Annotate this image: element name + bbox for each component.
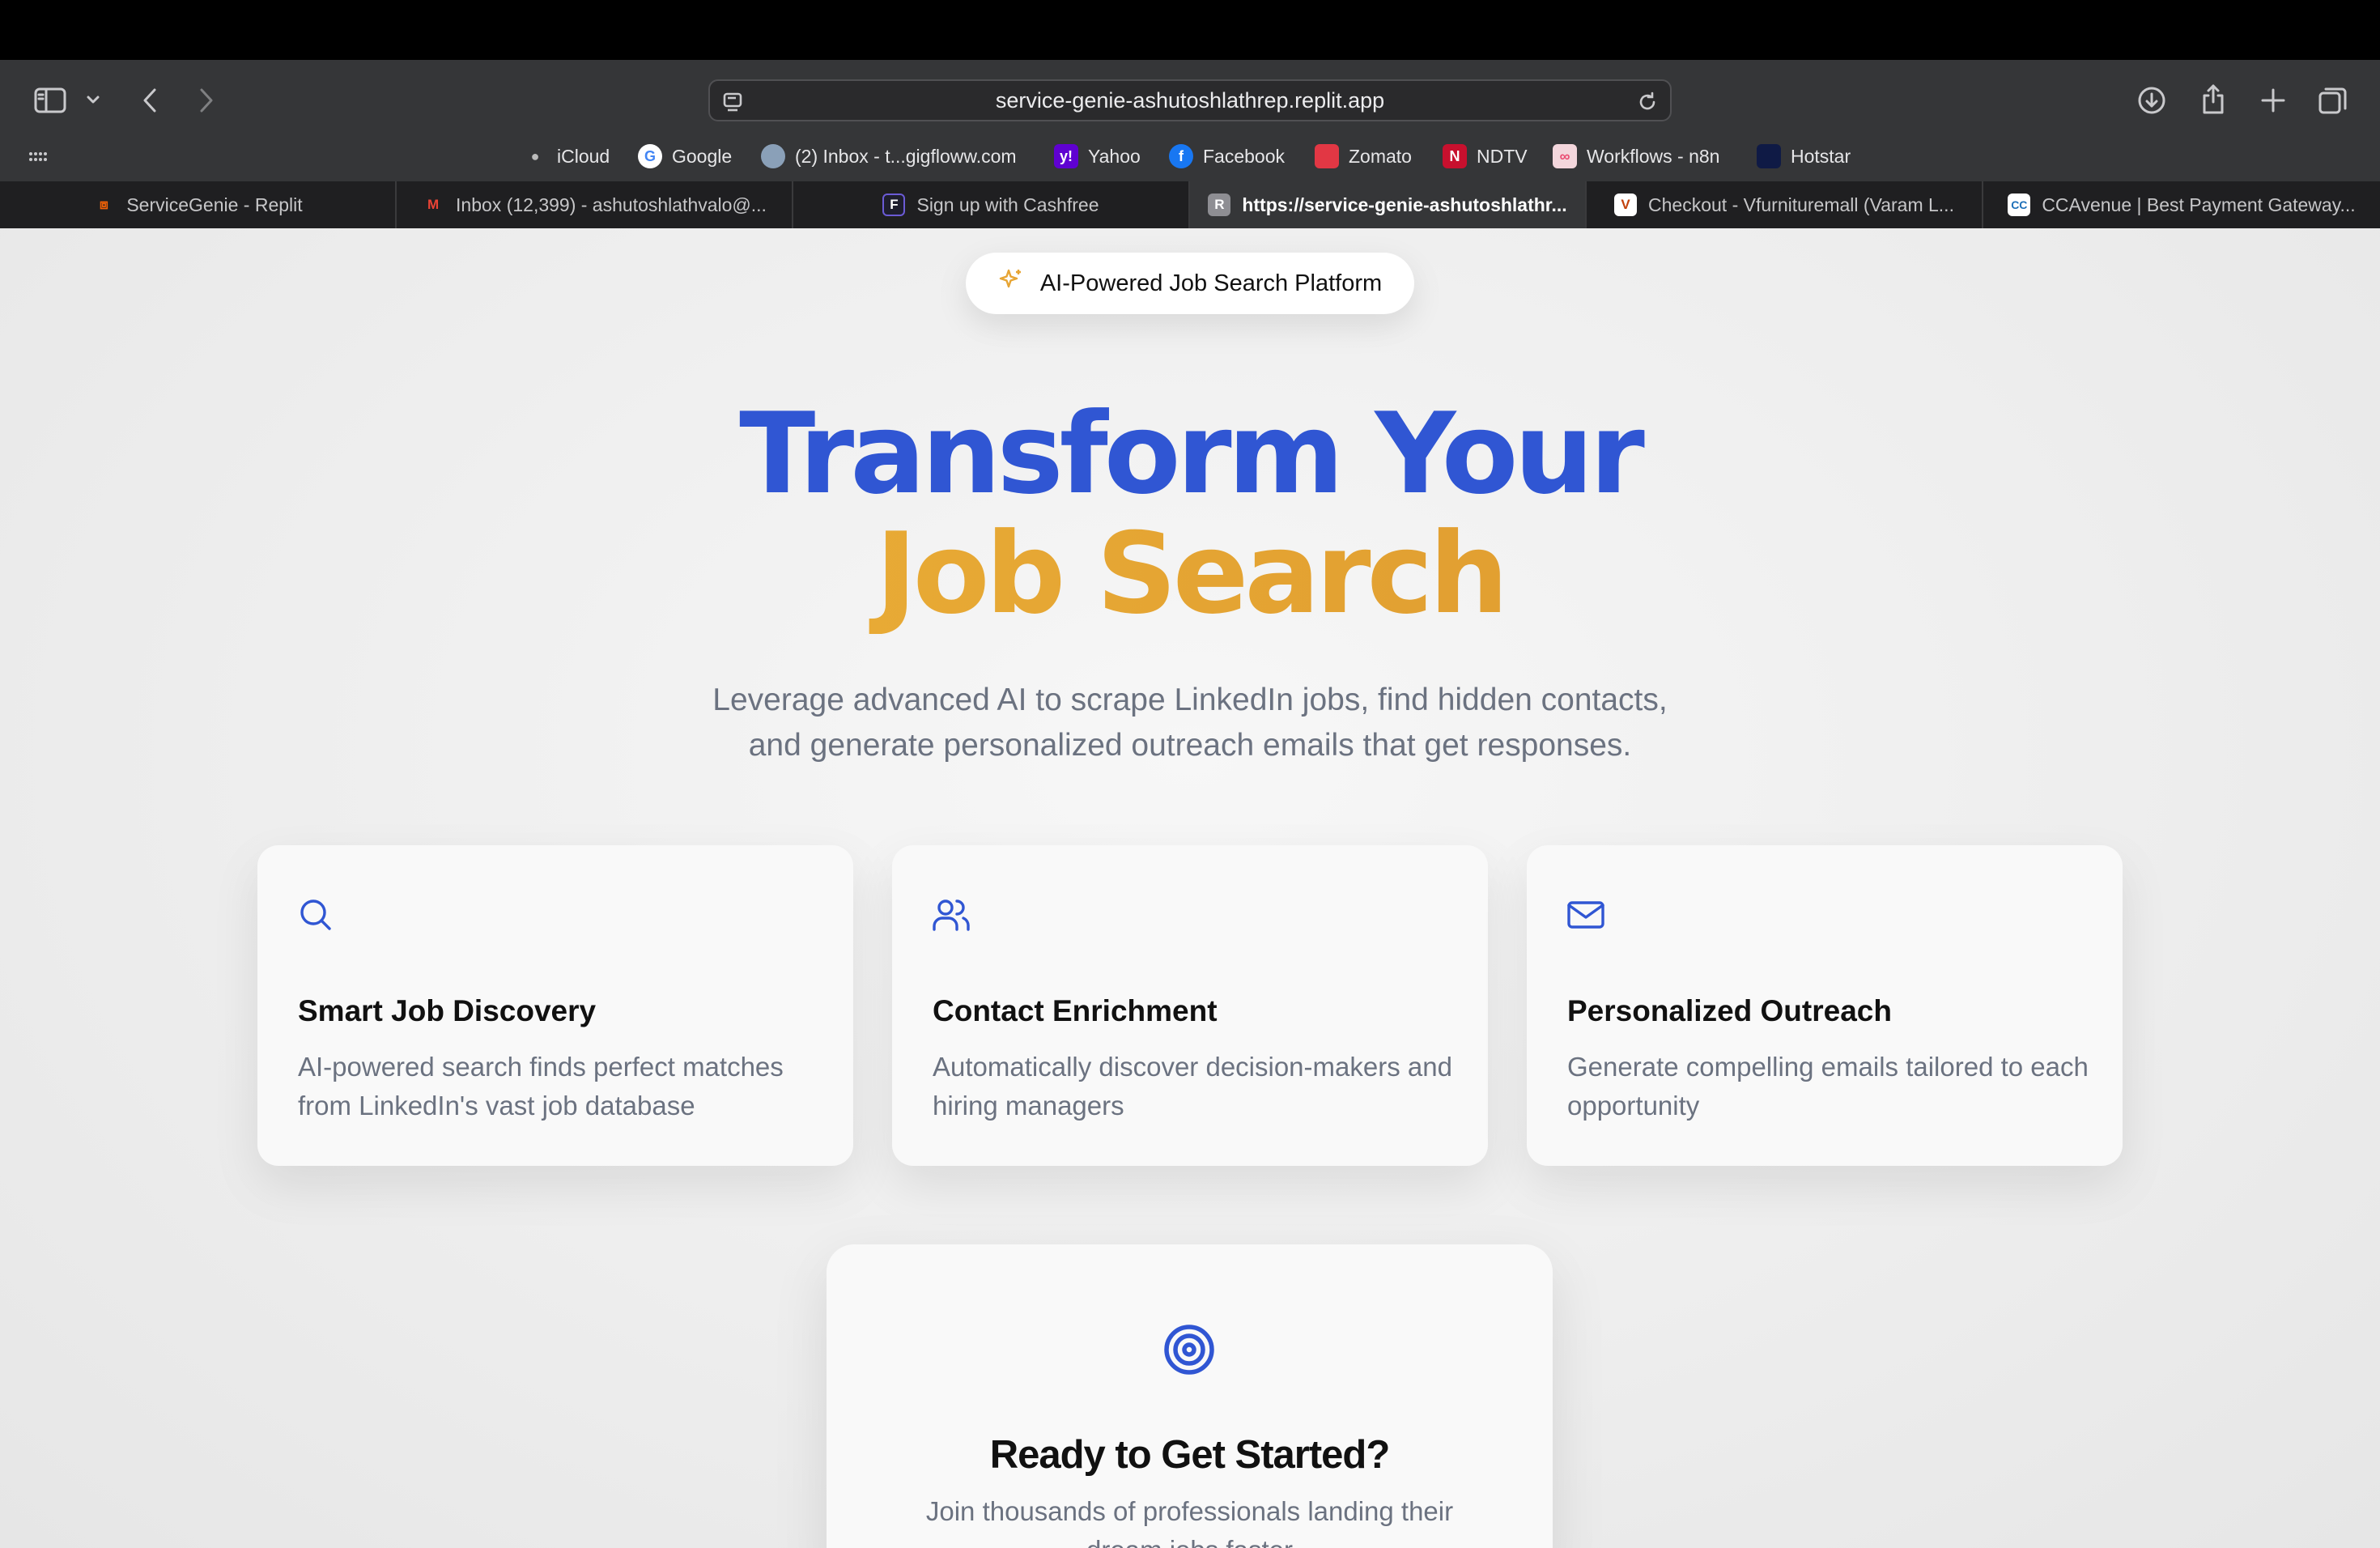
hero-subtitle: Leverage advanced AI to scrape LinkedIn … xyxy=(623,678,1757,768)
feature-title: Personalized Outreach xyxy=(1567,994,1892,1027)
favorite-label: (2) Inbox - t...gigfloww.com xyxy=(795,145,1017,167)
url-text: service-genie-ashutoshlathrep.replit.app xyxy=(995,87,1385,113)
system-menu-bar xyxy=(0,0,2380,60)
tab-label: https://service-genie-ashutoshlathr... xyxy=(1242,194,1567,215)
users-icon xyxy=(931,895,971,938)
cashfree-icon: F xyxy=(882,194,906,216)
facebook-icon: f xyxy=(1169,144,1193,168)
favorite-label: Hotstar xyxy=(1791,145,1851,167)
tab-gmail-inbox[interactable]: M Inbox (12,399) - ashutoshlathvalo@... xyxy=(397,181,793,228)
feature-card-contact-enrichment: Contact Enrichment Automatically discove… xyxy=(892,845,1488,1166)
reload-icon[interactable] xyxy=(1636,91,1659,117)
favorite-zomato[interactable]: Zomato xyxy=(1315,144,1412,168)
forward-arrow-icon[interactable] xyxy=(194,84,219,117)
yahoo-icon: y! xyxy=(1054,144,1078,168)
tab-vfurnituremall[interactable]: V Checkout - Vfurnituremall (Varam L... xyxy=(1587,181,1983,228)
page-settings-icon[interactable] xyxy=(721,91,744,117)
vfurniture-icon: V xyxy=(1614,194,1638,216)
google-icon: G xyxy=(638,144,662,168)
tab-label: CCAvenue | Best Payment Gateway... xyxy=(2042,194,2356,215)
feature-card-personalized-outreach: Personalized Outreach Generate compellin… xyxy=(1527,845,2123,1166)
favorite-yahoo[interactable]: y! Yahoo xyxy=(1054,144,1141,168)
favorites-bar: ● iCloud G Google (2) Inbox - t...gigflo… xyxy=(0,138,2380,175)
favorite-label: Google xyxy=(672,145,733,167)
hero-subtitle-line2: and generate personalized outreach email… xyxy=(748,728,1632,763)
tab-label: Sign up with Cashfree xyxy=(916,194,1099,215)
feature-title: Smart Job Discovery xyxy=(298,994,597,1027)
sidebar-toggle-icon[interactable] xyxy=(32,84,68,117)
favorite-label: iCloud xyxy=(557,145,610,167)
favorite-label: Zomato xyxy=(1349,145,1412,167)
feature-description: Generate compelling emails tailored to e… xyxy=(1567,1052,2089,1121)
gmail-icon: M xyxy=(427,197,440,212)
favorite-hotstar[interactable]: Hotstar xyxy=(1757,144,1851,168)
tab-label: Inbox (12,399) - ashutoshlathvalo@... xyxy=(456,194,767,215)
chevron-down-icon[interactable] xyxy=(84,91,102,108)
page-content: AI-Powered Job Search Platform Transform… xyxy=(0,228,2380,1548)
inbox-icon xyxy=(761,144,785,168)
downloads-icon[interactable] xyxy=(2134,83,2170,118)
cta-text: Join thousands of professionals landing … xyxy=(925,1496,1454,1548)
sparkles-icon xyxy=(998,267,1024,300)
favorite-label: NDTV xyxy=(1477,145,1528,167)
hero-title-line1: Transform Your xyxy=(739,389,1645,519)
favorite-label: Facebook xyxy=(1203,145,1286,167)
tab-service-genie[interactable]: R https://service-genie-ashutoshlathr... xyxy=(1190,181,1587,228)
r-icon: R xyxy=(1208,194,1231,216)
tab-label: ServiceGenie - Replit xyxy=(126,194,303,215)
hero-subtitle-line1: Leverage advanced AI to scrape LinkedIn … xyxy=(712,683,1668,717)
favorite-label: Yahoo xyxy=(1088,145,1141,167)
hero-title: Transform Your Job Search xyxy=(0,394,2380,634)
tab-ccavenue[interactable]: CC CCAvenue | Best Payment Gateway... xyxy=(1983,181,2380,228)
share-icon[interactable] xyxy=(2195,79,2231,118)
feature-title: Contact Enrichment xyxy=(933,994,1218,1027)
apple-icon: ● xyxy=(530,147,540,164)
favorite-label: Workflows - n8n xyxy=(1587,145,1720,167)
n8n-icon: ∞ xyxy=(1553,144,1577,168)
cta-card: Ready to Get Started? Join thousands of … xyxy=(827,1244,1553,1548)
feature-description: AI-powered search finds perfect matches … xyxy=(298,1052,784,1121)
back-arrow-icon[interactable] xyxy=(138,84,162,117)
tab-cashfree[interactable]: F Sign up with Cashfree xyxy=(793,181,1190,228)
cta-title: Ready to Get Started? xyxy=(989,1433,1391,1477)
hero-badge-label: AI-Powered Job Search Platform xyxy=(1039,270,1383,296)
ndtv-icon: N xyxy=(1443,144,1467,168)
tab-overview-icon[interactable] xyxy=(2315,83,2351,118)
browser-toolbar: service-genie-ashutoshlathrep.replit.app… xyxy=(0,60,2380,181)
feature-card-job-discovery: Smart Job Discovery AI-powered search fi… xyxy=(257,845,853,1166)
replit-icon: ⧈ xyxy=(99,197,108,212)
address-bar[interactable]: service-genie-ashutoshlathrep.replit.app xyxy=(708,79,1672,121)
hero-title-line2: Job Search xyxy=(0,514,2380,634)
zomato-icon xyxy=(1315,144,1339,168)
ccavenue-icon: CC xyxy=(2008,194,2031,216)
tab-servicegenie-replit[interactable]: ⧈ ServiceGenie - Replit xyxy=(0,181,397,228)
favorite-inbox[interactable]: (2) Inbox - t...gigfloww.com xyxy=(761,144,1017,168)
search-icon xyxy=(296,895,335,938)
new-tab-icon[interactable] xyxy=(2255,83,2291,118)
favorite-icloud[interactable]: ● iCloud xyxy=(523,144,610,168)
hero-badge: AI-Powered Job Search Platform xyxy=(966,253,1414,314)
apps-grid-icon[interactable] xyxy=(26,146,49,168)
favorite-n8n[interactable]: ∞ Workflows - n8n xyxy=(1553,144,1719,168)
favorite-google[interactable]: G Google xyxy=(638,144,732,168)
target-icon xyxy=(1157,1317,1222,1386)
feature-description: Automatically discover decision-makers a… xyxy=(933,1052,1452,1121)
mail-icon xyxy=(1566,895,1606,938)
favorite-ndtv[interactable]: N NDTV xyxy=(1443,144,1528,168)
hotstar-icon xyxy=(1757,144,1781,168)
tab-bar: ⧈ ServiceGenie - Replit M Inbox (12,399)… xyxy=(0,181,2380,228)
favorite-facebook[interactable]: f Facebook xyxy=(1169,144,1285,168)
tab-label: Checkout - Vfurnituremall (Varam L... xyxy=(1648,194,1954,215)
